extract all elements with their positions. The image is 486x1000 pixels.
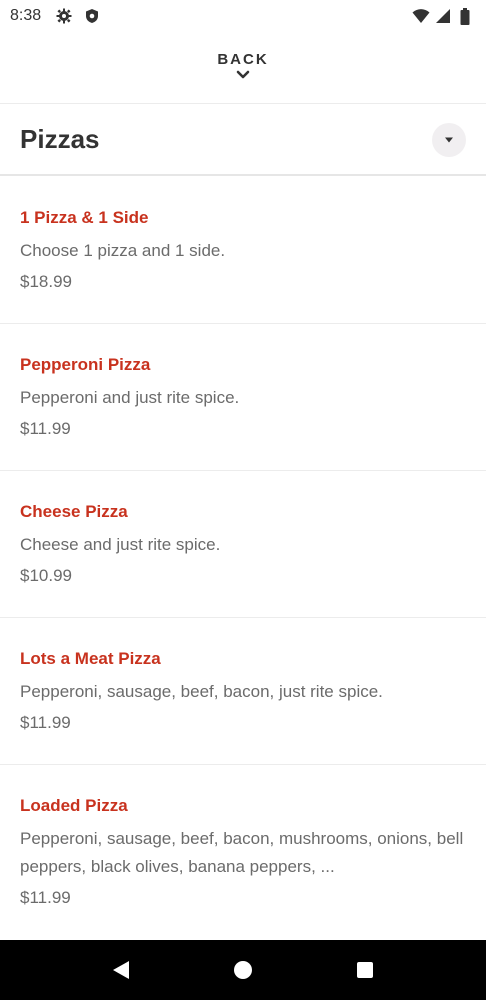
home-circle-icon: [234, 961, 252, 979]
item-description: Pepperoni, sausage, beef, bacon, just ri…: [20, 682, 383, 701]
item-name: Cheese Pizza: [20, 502, 128, 521]
recents-square-icon: [357, 962, 373, 978]
shield-icon: [83, 7, 101, 25]
item-name: Pepperoni Pizza: [20, 355, 151, 374]
system-nav-bar: [0, 940, 486, 1000]
nav-back-button[interactable]: [101, 950, 141, 990]
item-description: Pepperoni and just rite spice.: [20, 388, 240, 407]
back-button[interactable]: BACK: [0, 40, 486, 104]
menu-item[interactable]: Lots a Meat Pizza Pepperoni, sausage, be…: [0, 618, 486, 765]
item-name: Loaded Pizza: [20, 796, 128, 815]
nav-recents-button[interactable]: [345, 950, 385, 990]
menu-item[interactable]: Loaded Pizza Pepperoni, sausage, beef, b…: [0, 765, 486, 945]
item-price: $10.99: [20, 566, 72, 585]
back-triangle-icon: [113, 961, 129, 979]
category-dropdown-button[interactable]: [432, 122, 466, 157]
nav-home-button[interactable]: [223, 950, 263, 990]
back-label: BACK: [217, 51, 269, 68]
menu-item[interactable]: Pepperoni Pizza Pepperoni and just rite …: [0, 324, 486, 471]
chevron-down-icon: [236, 70, 250, 79]
status-left: 8:38: [10, 7, 101, 25]
signal-icon: [434, 7, 452, 25]
gear-icon: [55, 7, 73, 25]
item-description: Cheese and just rite spice.: [20, 535, 221, 554]
item-description: Pepperoni, sausage, beef, bacon, mushroo…: [20, 829, 464, 876]
item-name: 1 Pizza & 1 Side: [20, 208, 149, 227]
menu-item[interactable]: Cheese Pizza Cheese and just rite spice.…: [0, 471, 486, 618]
item-price: $11.99: [20, 419, 71, 438]
item-price: $11.99: [20, 713, 71, 732]
category-title: Pizzas: [20, 124, 100, 154]
menu-item[interactable]: 1 Pizza & 1 Side Choose 1 pizza and 1 si…: [0, 177, 486, 324]
status-bar: 8:38: [0, 0, 486, 32]
item-price: $18.99: [20, 272, 72, 291]
item-name: Lots a Meat Pizza: [20, 649, 161, 668]
status-right: [412, 7, 474, 25]
item-description: Choose 1 pizza and 1 side.: [20, 241, 226, 260]
wifi-icon: [412, 7, 430, 25]
screen: 8:38 BACK Pizzas 1 Pizza & 1 Side Choose…: [0, 0, 486, 1000]
status-time: 8:38: [10, 7, 42, 24]
menu-list: 1 Pizza & 1 Side Choose 1 pizza and 1 si…: [0, 177, 486, 945]
caret-down-icon: [445, 137, 453, 142]
battery-icon: [456, 7, 474, 25]
item-price: $11.99: [20, 888, 71, 907]
category-header: Pizzas: [0, 105, 486, 176]
